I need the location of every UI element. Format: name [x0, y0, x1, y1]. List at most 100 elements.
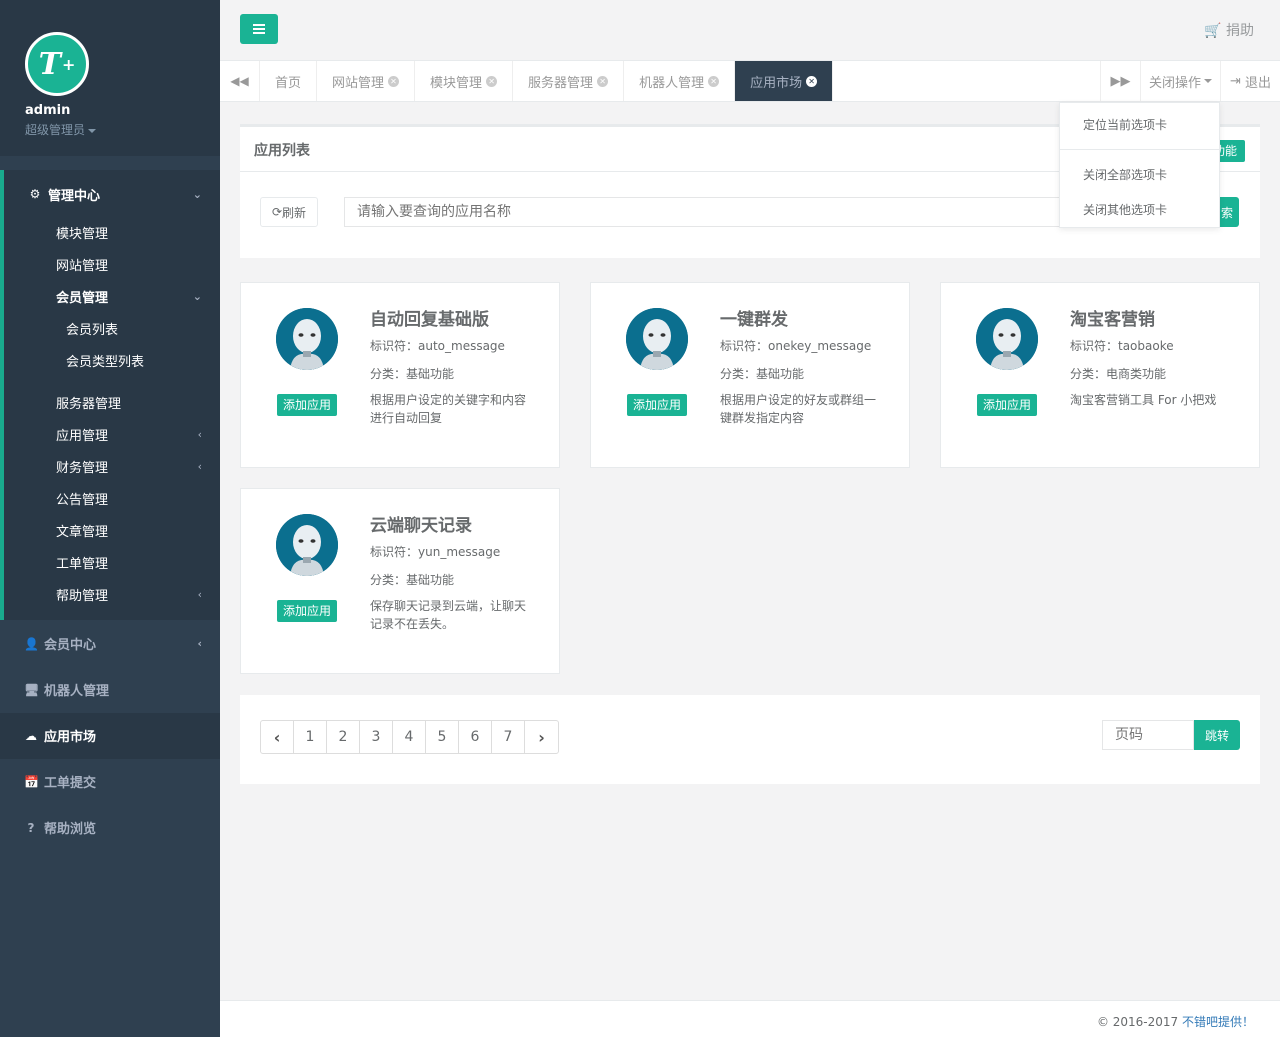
logout-button[interactable]: ⇥ 退出: [1220, 61, 1280, 101]
sidebar-item-label: 会员列表: [66, 323, 119, 338]
refresh-icon: ⟳: [271, 205, 283, 219]
footer: © 2016-2017 不错吧提供！: [220, 1000, 1280, 1037]
sidebar-item-label: 工单管理: [56, 557, 109, 572]
close-ops-dropdown[interactable]: 关闭操作: [1140, 61, 1220, 101]
sidebar-item-label: 管理中心: [48, 188, 101, 204]
app-category: 分类：电商类功能: [1070, 367, 1167, 381]
chevron-left-icon: ‹: [273, 727, 281, 747]
sidebar-item-member[interactable]: 会员管理 ⌄: [0, 287, 220, 306]
tab-robot[interactable]: 机器人管理 ✕: [624, 61, 736, 101]
user-icon: 👤: [24, 636, 39, 651]
close-icon[interactable]: ✕: [806, 75, 818, 87]
app-title: 淘宝客营销: [1070, 310, 1155, 330]
jump-button[interactable]: 跳转: [1194, 720, 1240, 750]
sidebar-item-app[interactable]: 应用管理 ‹: [0, 425, 220, 444]
tab-scroll-right-button[interactable]: ▶▶: [1100, 61, 1140, 101]
close-ops-menu: 定位当前选项卡 关闭全部选项卡 关闭其他选项卡: [1059, 102, 1220, 228]
prev-page-button[interactable]: ‹: [261, 721, 294, 753]
profile-area: T + admin 超级管理员: [0, 0, 220, 156]
sidebar-item-label: 帮助浏览: [44, 822, 97, 837]
tab-website[interactable]: 网站管理 ✕: [317, 61, 416, 101]
monitor-icon: 🖥: [24, 682, 40, 697]
chevron-left-icon: ‹: [197, 637, 202, 650]
sidebar-item-manage-center[interactable]: ⚙ 管理中心 ⌄: [0, 184, 220, 204]
sidebar-item-member-center[interactable]: 👤 会员中心 ‹: [0, 634, 220, 654]
add-app-button[interactable]: 添加应用: [277, 394, 337, 416]
sidebar-item-notice[interactable]: 公告管理: [0, 489, 220, 508]
sidebar-item-robot[interactable]: 🖥 机器人管理: [0, 680, 220, 700]
sidebar-item-label: 应用管理: [56, 429, 109, 444]
caret-down-icon: [88, 128, 97, 133]
sidebar-item-ticket-submit[interactable]: 📅 工单提交: [0, 772, 220, 792]
logout-icon: ⇥: [1229, 73, 1241, 89]
hamburger-icon: [253, 24, 265, 26]
menu-item-locate-tab[interactable]: 定位当前选项卡: [1083, 116, 1167, 133]
tab-server[interactable]: 服务器管理 ✕: [513, 61, 625, 101]
user-role-dropdown[interactable]: 超级管理员: [25, 121, 97, 138]
tab-label: 机器人管理: [639, 75, 705, 91]
sidebar-item-ticket[interactable]: 工单管理: [0, 553, 220, 572]
sidebar-item-label: 会员中心: [44, 638, 97, 653]
app-identifier: 标识符：yun_message: [370, 545, 501, 559]
refresh-button[interactable]: ⟳ 刷新: [260, 197, 318, 227]
donate-label: 捐助: [1226, 23, 1254, 39]
sidebar-item-member-list[interactable]: 会员列表: [0, 319, 220, 338]
sidebar-item-label: 文章管理: [56, 525, 109, 540]
close-icon[interactable]: ✕: [708, 75, 720, 87]
sidebar-item-module[interactable]: 模块管理: [0, 223, 220, 242]
footer-link[interactable]: 不错吧提供！: [1182, 1015, 1254, 1029]
sidebar-item-server[interactable]: 服务器管理: [0, 393, 220, 412]
sidebar-item-app-market[interactable]: ☁ 应用市场: [0, 726, 220, 746]
hamburger-icon: [253, 28, 265, 30]
chevron-left-icon: ‹: [197, 588, 202, 601]
page-button[interactable]: 1: [294, 721, 327, 753]
close-icon[interactable]: ✕: [597, 75, 609, 87]
sidebar-item-label: 会员类型列表: [66, 355, 145, 370]
donate-link[interactable]: 🛒 捐助: [1204, 20, 1254, 40]
menu-toggle-button[interactable]: [240, 14, 278, 44]
topbar: 🛒 捐助: [220, 0, 1280, 61]
sidebar: T + admin 超级管理员 ⚙ 管理中心 ⌄ 模块管理 网站管理 会员管理 ⌄ …: [0, 0, 220, 1037]
next-page-button[interactable]: ›: [525, 721, 558, 753]
close-ops-label: 关闭操作: [1148, 75, 1201, 91]
sidebar-item-finance[interactable]: 财务管理 ‹: [0, 457, 220, 476]
menu-item-close-all-tabs[interactable]: 关闭全部选项卡: [1083, 166, 1167, 183]
chevron-down-icon: ⌄: [192, 290, 202, 303]
sidebar-item-label: 服务器管理: [56, 397, 122, 412]
tab-scroll-left-button[interactable]: ◀◀: [220, 61, 260, 101]
close-icon[interactable]: ✕: [388, 75, 400, 87]
add-app-button[interactable]: 添加应用: [627, 394, 687, 416]
sidebar-item-label: 模块管理: [56, 227, 109, 242]
tab-module[interactable]: 模块管理 ✕: [415, 61, 514, 101]
page-button[interactable]: 6: [459, 721, 492, 753]
tab-home[interactable]: 首页: [260, 61, 318, 101]
add-app-button[interactable]: 添加应用: [977, 394, 1037, 416]
add-app-button[interactable]: 添加应用: [277, 600, 337, 622]
app-category: 分类：基础功能: [720, 367, 805, 381]
sidebar-item-website[interactable]: 网站管理: [0, 255, 220, 274]
page-button[interactable]: 2: [327, 721, 360, 753]
close-icon[interactable]: ✕: [486, 75, 498, 87]
robot-avatar-icon: [976, 308, 1038, 370]
page-button[interactable]: 7: [492, 721, 525, 753]
tab-label: 首页: [275, 75, 302, 91]
page-button[interactable]: 5: [426, 721, 459, 753]
gear-icon: ⚙: [29, 187, 41, 201]
robot-avatar-icon: [276, 514, 338, 576]
chevron-left-icon: ‹: [197, 428, 202, 441]
sidebar-item-help-browse[interactable]: ? 帮助浏览: [0, 818, 220, 838]
app-identifier: 标识符：taobaoke: [1070, 339, 1174, 353]
tab-label: 模块管理: [430, 75, 483, 91]
sidebar-item-member-type-list[interactable]: 会员类型列表: [0, 351, 220, 370]
page-number-input[interactable]: [1102, 720, 1194, 750]
tabs-list: 首页 网站管理 ✕ 模块管理 ✕ 服务器管理 ✕ 机器人管理 ✕ 应用市场 ✕: [260, 61, 834, 101]
app-identifier: 标识符：auto_message: [370, 339, 505, 353]
tab-app-market[interactable]: 应用市场 ✕: [735, 61, 834, 101]
logo: T +: [25, 32, 89, 96]
sidebar-item-help[interactable]: 帮助管理 ‹: [0, 585, 220, 604]
sidebar-item-article[interactable]: 文章管理: [0, 521, 220, 540]
app-identifier: 标识符：onekey_message: [720, 339, 872, 353]
page-button[interactable]: 3: [360, 721, 393, 753]
menu-item-close-other-tabs[interactable]: 关闭其他选项卡: [1083, 201, 1167, 218]
page-button[interactable]: 4: [393, 721, 426, 753]
